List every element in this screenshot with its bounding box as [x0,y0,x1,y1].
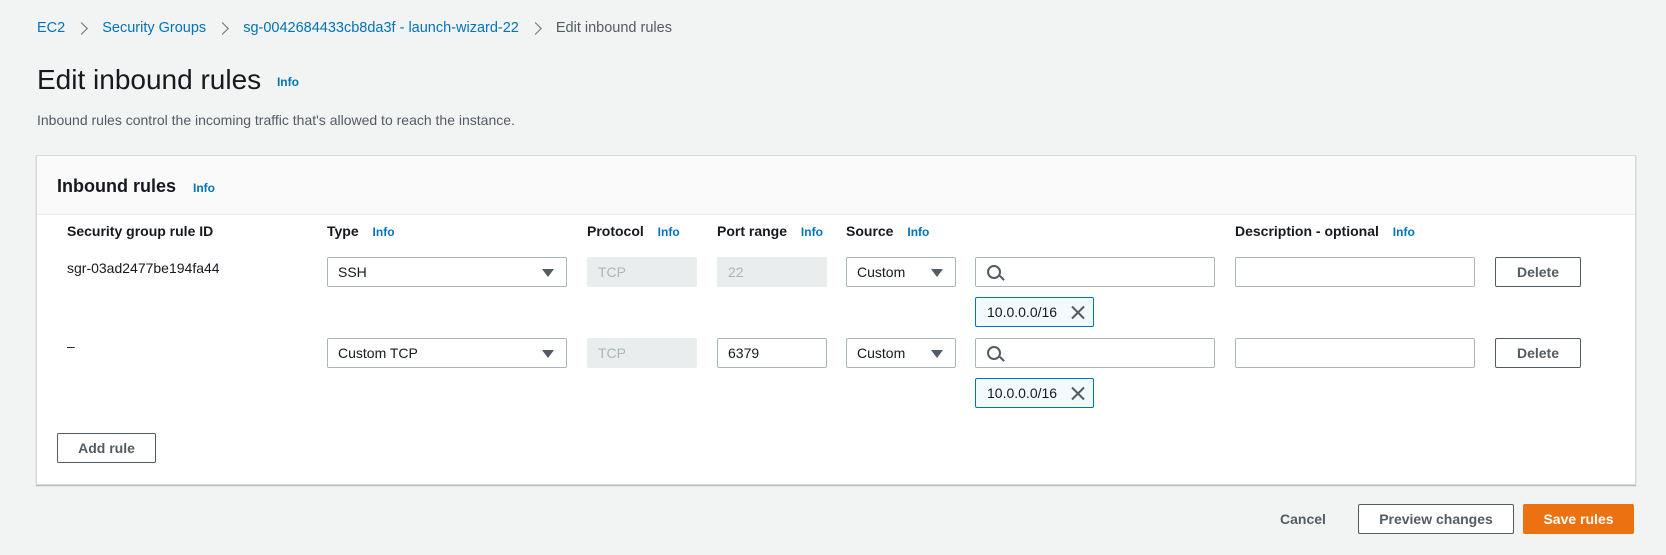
protocol-info-link[interactable]: Info [658,225,680,239]
type-select-value: SSH [338,264,367,280]
cidr-token: 10.0.0.0/16 [975,378,1094,408]
col-header-description-label: Description - optional [1235,223,1379,239]
type-select-value: Custom TCP [338,345,418,361]
col-header-protocol-label: Protocol [587,223,644,239]
cidr-token-label: 10.0.0.0/16 [987,304,1058,320]
search-icon [987,346,1001,360]
panel-header: Inbound rules Info [37,156,1635,215]
protocol-value: TCP [598,264,626,280]
panel-info-link[interactable]: Info [193,181,215,195]
page-title-text: Edit inbound rules [37,64,262,95]
type-select[interactable]: SSH [327,257,567,287]
delete-button[interactable]: Delete [1495,338,1581,368]
protocol-value: TCP [598,345,626,361]
rule-id: sgr-03ad2477be194fa44 [67,260,220,276]
add-rule-button[interactable]: Add rule [57,433,156,463]
chevron-right-icon [216,21,230,35]
description-input[interactable] [1235,338,1475,368]
delete-button[interactable]: Delete [1495,257,1581,287]
col-header-description: Description - optional Info [1235,223,1415,239]
col-header-rule-id: Security group rule ID [67,223,213,239]
col-header-source-label: Source [846,223,894,239]
source-select-value: Custom [857,345,906,361]
page-description: Inbound rules control the incoming traff… [37,112,515,128]
type-select[interactable]: Custom TCP [327,338,567,368]
cidr-token-label: 10.0.0.0/16 [987,385,1058,401]
col-header-port-range: Port range Info [717,223,823,239]
source-select[interactable]: Custom [846,338,956,368]
col-header-type: Type Info [327,223,395,239]
source-info-link[interactable]: Info [907,225,929,239]
page-title: Edit inbound rules Info [37,64,299,96]
protocol-field: TCP [587,257,697,287]
cancel-button[interactable]: Cancel [1268,504,1338,534]
protocol-field: TCP [587,338,697,368]
col-header-type-label: Type [327,223,359,239]
caret-down-icon [931,269,943,277]
breadcrumb-ec2[interactable]: EC2 [37,20,65,36]
port-range-input[interactable] [717,338,827,368]
port-range-info-link[interactable]: Info [801,225,823,239]
rule-id: – [67,338,75,354]
panel-title-text: Inbound rules [57,176,176,196]
search-icon [987,265,1001,279]
cidr-search-input[interactable] [975,338,1215,368]
save-rules-button[interactable]: Save rules [1523,504,1634,534]
page-info-link[interactable]: Info [277,75,299,89]
chevron-right-icon [529,21,542,35]
cidr-search-text[interactable] [1010,264,1214,280]
description-text[interactable] [1246,345,1474,361]
breadcrumb-security-group[interactable]: sg-0042684433cb8da3f - launch-wizard-22 [243,20,519,36]
type-info-link[interactable]: Info [373,225,395,239]
cidr-search-input[interactable] [975,257,1215,287]
cidr-token: 10.0.0.0/16 [975,297,1094,327]
remove-token-icon[interactable] [1070,304,1086,320]
panel-title: Inbound rules Info [57,176,215,197]
inbound-rules-panel: Inbound rules Info Security group rule I… [36,155,1636,485]
cidr-search-text[interactable] [1010,345,1214,361]
port-range-field: 22 [717,257,827,287]
source-select[interactable]: Custom [846,257,956,287]
col-header-rule-id-label: Security group rule ID [67,223,214,239]
breadcrumb: EC2 Security Groups sg-0042684433cb8da3f… [37,20,672,36]
breadcrumb-security-groups[interactable]: Security Groups [102,20,206,36]
preview-changes-button[interactable]: Preview changes [1358,504,1514,534]
breadcrumb-current: Edit inbound rules [555,20,672,36]
caret-down-icon [542,269,554,277]
port-range-value: 22 [728,264,744,280]
port-range-text[interactable] [728,345,826,361]
col-header-protocol: Protocol Info [587,223,680,239]
description-input[interactable] [1235,257,1475,287]
caret-down-icon [542,350,554,358]
remove-token-icon[interactable] [1070,385,1086,401]
col-header-source: Source Info [846,223,929,239]
source-select-value: Custom [857,264,906,280]
description-info-link[interactable]: Info [1393,225,1415,239]
col-header-port-range-label: Port range [717,223,788,239]
chevron-right-icon [75,21,89,35]
description-text[interactable] [1246,264,1474,280]
caret-down-icon [931,350,943,358]
